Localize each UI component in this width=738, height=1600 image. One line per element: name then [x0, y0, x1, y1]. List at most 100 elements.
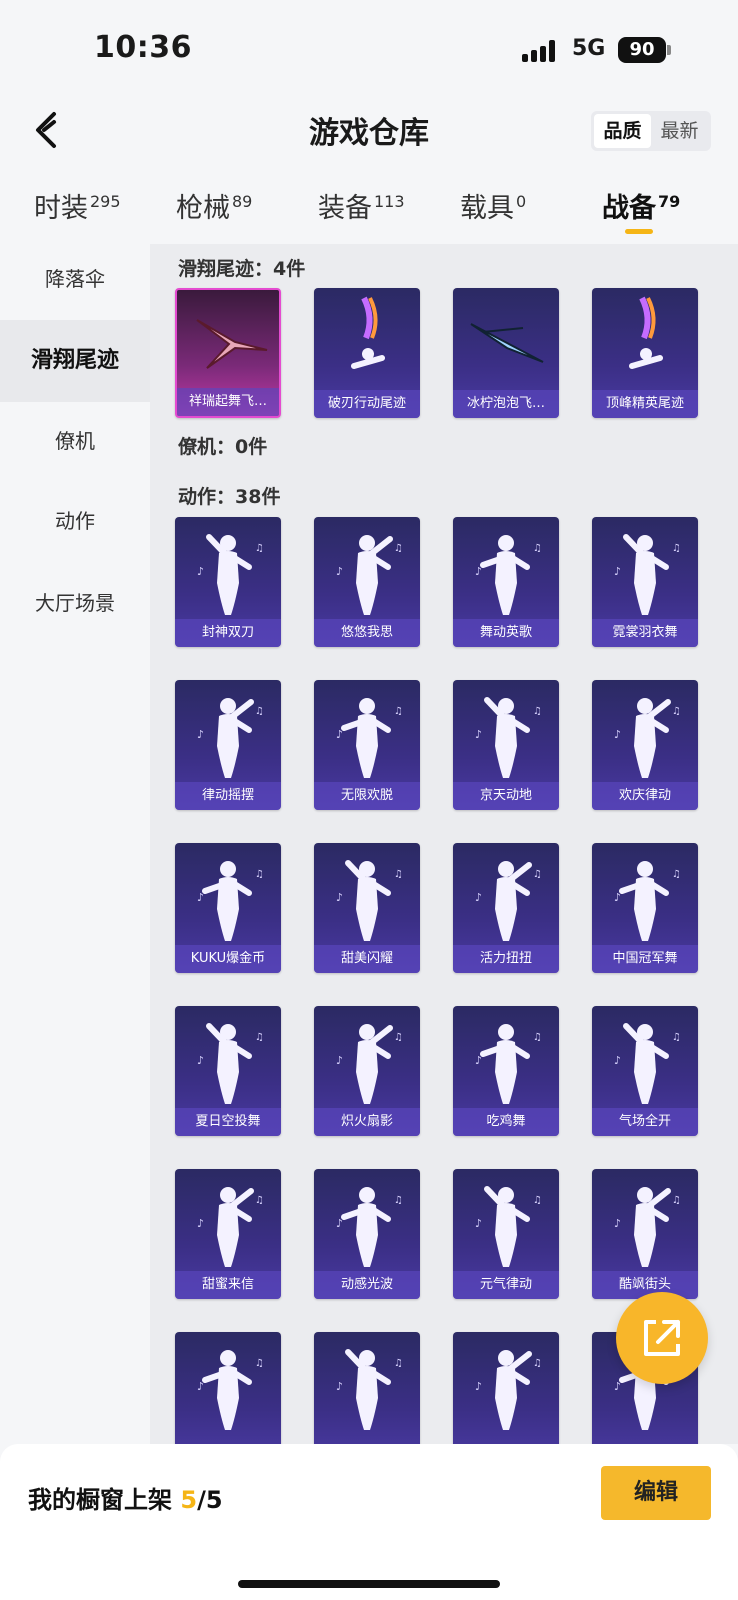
tab-count: 295: [90, 192, 121, 211]
emote-card[interactable]: ♪ ♫ 吃鸡舞: [453, 1006, 559, 1136]
sort-newest-button[interactable]: 最新: [651, 114, 708, 148]
svg-text:♪: ♪: [197, 891, 204, 904]
card-label: 欢庆律动: [592, 782, 698, 810]
svg-text:♫: ♫: [255, 1358, 264, 1369]
share-button[interactable]: [616, 1292, 708, 1384]
svg-text:♪: ♪: [614, 1217, 621, 1230]
trail-card[interactable]: 破刃行动尾迹: [314, 288, 420, 418]
emote-card[interactable]: ♪ ♫ 活力扭扭: [453, 843, 559, 973]
emote-card[interactable]: ♪ ♫ 悠悠我思: [314, 517, 420, 647]
tab-tactical[interactable]: 战备 79: [602, 186, 680, 225]
emote-figure-icon: ♪♫: [336, 1349, 403, 1430]
svg-text:♪: ♪: [336, 728, 343, 741]
tab-weapons[interactable]: 枪械 89: [176, 186, 252, 225]
emote-card[interactable]: ♪♫: [453, 1332, 559, 1444]
card-label: 无限欢脱: [314, 782, 420, 810]
tab-fashion[interactable]: 时装 295: [34, 186, 121, 225]
status-bar: 10:36 5G 90: [0, 0, 738, 96]
card-label: 霓裳羽衣舞: [592, 619, 698, 647]
card-label: 炽火扇影: [314, 1108, 420, 1136]
emote-figure-icon: ♪♫: [197, 861, 264, 941]
tab-label: 载具: [460, 193, 514, 224]
emote-figure-icon: ♪♫: [475, 1350, 542, 1430]
tab-count: 0: [516, 192, 527, 211]
emote-card[interactable]: ♪ ♫ 封神双刀: [175, 517, 281, 647]
svg-text:♫: ♫: [672, 1195, 681, 1206]
trail-card[interactable]: 冰柠泡泡飞…: [453, 288, 559, 418]
card-label: 夏日空投舞: [175, 1108, 281, 1136]
card-label: 京天动地: [453, 782, 559, 810]
emote-figure-icon: ♪♫: [475, 1024, 542, 1104]
card-label: 律动摇摆: [175, 782, 281, 810]
trail-card[interactable]: 顶峰精英尾迹: [592, 288, 698, 418]
emote-card[interactable]: ♪ ♫ 气场全开: [592, 1006, 698, 1136]
card-label: 吃鸡舞: [453, 1108, 559, 1136]
card-label: 元气律动: [453, 1271, 559, 1299]
tab-equipment[interactable]: 装备 113: [318, 186, 405, 225]
sidebar-item-lobby-scene[interactable]: 大厅场景: [0, 562, 150, 644]
emote-card[interactable]: ♪ ♫ 欢庆律动: [592, 680, 698, 810]
tab-vehicles[interactable]: 载具 0: [460, 186, 526, 225]
svg-text:♫: ♫: [533, 1195, 542, 1206]
sidebar-item-parachute[interactable]: 降落伞: [0, 238, 150, 320]
emote-card[interactable]: ♪ ♫ 酷飒街头: [592, 1169, 698, 1299]
emote-card[interactable]: ♪ ♫ 无限欢脱: [314, 680, 420, 810]
svg-text:♪: ♪: [475, 1217, 482, 1230]
svg-text:♪: ♪: [336, 1054, 343, 1067]
sidebar-item-emote[interactable]: 动作: [0, 480, 150, 562]
emote-card[interactable]: ♪ ♫ 动感光波: [314, 1169, 420, 1299]
svg-text:♫: ♫: [672, 543, 681, 554]
emote-card[interactable]: ♪ ♫ 霓裳羽衣舞: [592, 517, 698, 647]
network-label: 5G: [572, 36, 606, 61]
card-label: 顶峰精英尾迹: [592, 390, 698, 418]
share-icon: [644, 1320, 680, 1356]
svg-text:♪: ♪: [197, 728, 204, 741]
svg-text:♪: ♪: [614, 1054, 621, 1067]
svg-text:♪: ♪: [614, 565, 621, 578]
svg-text:♫: ♫: [255, 1195, 264, 1206]
svg-text:♫: ♫: [533, 869, 542, 880]
svg-text:♪: ♪: [614, 728, 621, 741]
emote-figure-icon: ♪♫: [475, 535, 542, 615]
item-grid-panel: 滑翔尾迹：4件 祥瑞起舞飞… 破刃行动尾迹 冰柠泡泡飞… 顶峰精英尾迹 僚机：0件 动…: [150, 244, 738, 1444]
glider-icon: [196, 319, 268, 369]
card-label: 封神双刀: [175, 619, 281, 647]
trail-card[interactable]: 祥瑞起舞飞…: [175, 288, 281, 418]
section-title-trails: 滑翔尾迹：4件: [178, 258, 306, 280]
sidebar-item-glide-trail[interactable]: 滑翔尾迹: [0, 320, 150, 402]
emote-card[interactable]: ♪ ♫ KUKU爆金币: [175, 843, 281, 973]
emote-figure-icon: ♪♫: [614, 534, 681, 615]
emote-card[interactable]: ♪ ♫ 舞动英歌: [453, 517, 559, 647]
emote-card[interactable]: ♪♫: [314, 1332, 420, 1444]
svg-text:♪: ♪: [475, 891, 482, 904]
svg-text:♪: ♪: [336, 565, 343, 578]
emote-card[interactable]: ♪ ♫ 炽火扇影: [314, 1006, 420, 1136]
emote-card[interactable]: ♪ ♫ 甜蜜来信: [175, 1169, 281, 1299]
emote-card[interactable]: ♪ ♫ 律动摇摆: [175, 680, 281, 810]
svg-text:♫: ♫: [394, 869, 403, 880]
sort-toggle[interactable]: 品质 最新: [591, 111, 711, 151]
svg-text:♪: ♪: [336, 891, 343, 904]
emote-card[interactable]: ♪ ♫ 夏日空投舞: [175, 1006, 281, 1136]
edit-button[interactable]: 编辑: [601, 1466, 711, 1520]
card-label: 祥瑞起舞飞…: [177, 388, 279, 416]
svg-text:♫: ♫: [533, 1358, 542, 1369]
sidebar-item-wingman[interactable]: 僚机: [0, 400, 150, 482]
tab-count: 79: [658, 192, 681, 211]
status-time: 10:36: [94, 30, 192, 65]
emote-card[interactable]: ♪ ♫ 京天动地: [453, 680, 559, 810]
glider-icon: [470, 323, 544, 363]
emote-card[interactable]: ♪♫: [175, 1332, 281, 1444]
emote-figure-icon: ♪♫: [336, 1187, 403, 1267]
emote-figure-icon: ♪♫: [197, 1350, 264, 1430]
emote-card[interactable]: ♪ ♫ 元气律动: [453, 1169, 559, 1299]
card-label: 活力扭扭: [453, 945, 559, 973]
emote-card[interactable]: ♪ ♫ 中国冠军舞: [592, 843, 698, 973]
emote-figure-icon: ♪♫: [614, 1187, 681, 1267]
tab-label: 战备: [602, 193, 656, 224]
card-label: 冰柠泡泡飞…: [453, 390, 559, 418]
emote-figure-icon: ♪♫: [197, 1023, 264, 1104]
trail-icon: [351, 296, 385, 369]
emote-card[interactable]: ♪ ♫ 甜美闪耀: [314, 843, 420, 973]
sort-quality-button[interactable]: 品质: [594, 114, 651, 148]
